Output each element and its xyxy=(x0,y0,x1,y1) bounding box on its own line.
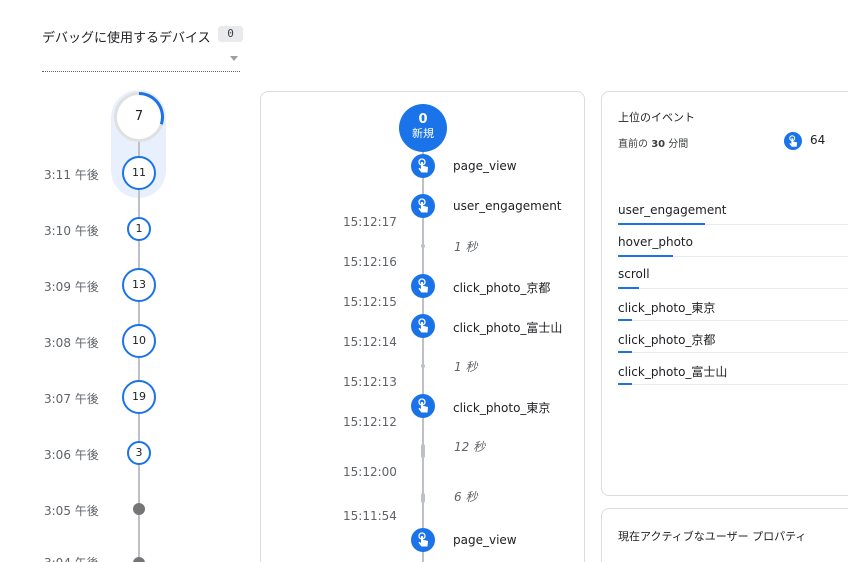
event-touch-icon[interactable] xyxy=(411,274,435,298)
timestamp: 15:12:12 xyxy=(343,415,397,429)
timestamp: 15:12:00 xyxy=(343,465,397,479)
minute-label: 3:10 午後 xyxy=(44,224,99,238)
user-properties-title: 現在アクティブなユーザー プロパティ xyxy=(618,530,807,543)
touch-icon xyxy=(418,318,428,333)
period-minutes: 30 xyxy=(651,139,666,150)
minute-label: 3:08 午後 xyxy=(44,336,99,350)
minute-label: 3:06 午後 xyxy=(44,448,99,462)
current-minute-counter[interactable]: 7 xyxy=(114,92,164,142)
event-name[interactable]: click_photo_東京 xyxy=(453,399,550,416)
minute-count-circle[interactable]: 13 xyxy=(122,268,156,302)
event-name[interactable]: click_photo_京都 xyxy=(453,279,550,296)
new-events-label: 新規 xyxy=(412,127,434,140)
touch-icon xyxy=(418,158,428,173)
event-touch-icon[interactable] xyxy=(411,194,435,218)
minute-count-circle[interactable]: 1 xyxy=(127,217,151,241)
gap-marker xyxy=(421,493,425,503)
touch-icon xyxy=(418,398,428,413)
top-event-row[interactable]: click_photo_富士山 xyxy=(618,363,848,385)
top-event-row[interactable]: user_engagement xyxy=(618,203,848,225)
device-count-badge: 0 xyxy=(218,26,243,42)
minute-count-circle[interactable]: 3 xyxy=(127,441,151,465)
top-event-share-bar xyxy=(618,255,673,257)
gap-marker xyxy=(421,364,425,368)
top-event-name: hover_photo xyxy=(618,235,693,249)
top-event-share-bar xyxy=(618,287,639,289)
minute-empty-dot[interactable] xyxy=(133,557,145,562)
minute-label: 3:11 午後 xyxy=(44,168,99,182)
top-event-row[interactable]: scroll xyxy=(618,267,848,289)
timestamp: 15:12:14 xyxy=(343,335,397,349)
top-event-share-bar xyxy=(618,351,632,353)
total-events-count: 64 xyxy=(810,133,826,147)
event-touch-icon[interactable] xyxy=(411,154,435,178)
gap-marker xyxy=(421,244,425,248)
event-name[interactable]: page_view xyxy=(453,159,517,173)
top-event-row[interactable]: click_photo_京都 xyxy=(618,331,848,353)
period-prefix: 直前の xyxy=(618,139,648,150)
gap-duration: 12 秒 xyxy=(454,440,486,454)
minute-label: 3:04 午後 xyxy=(44,554,99,562)
new-events-bubble[interactable]: 0 新規 xyxy=(399,104,447,152)
timestamp: 15:12:15 xyxy=(343,295,397,309)
top-event-name: click_photo_富士山 xyxy=(618,365,728,379)
touch-icon xyxy=(418,532,428,547)
timestamp: 15:12:17 xyxy=(343,215,397,229)
minute-count-circle[interactable]: 11 xyxy=(122,156,156,190)
current-minute-count: 7 xyxy=(134,109,144,124)
timestamp: 15:12:16 xyxy=(343,255,397,269)
minute-label: 3:09 午後 xyxy=(44,280,99,294)
top-events-title: 上位のイベント xyxy=(618,111,695,124)
timestamp: 15:12:13 xyxy=(343,375,397,389)
touch-icon xyxy=(418,198,428,213)
minute-label: 3:07 午後 xyxy=(44,392,99,406)
minute-count-circle[interactable]: 10 xyxy=(122,324,156,358)
device-title: デバッグに使用するデバイス xyxy=(42,31,211,46)
top-events-panel xyxy=(601,91,848,496)
device-select[interactable] xyxy=(42,52,240,72)
touch-icon xyxy=(789,135,798,147)
top-event-row[interactable]: click_photo_東京 xyxy=(618,299,848,321)
top-event-name: scroll xyxy=(618,267,650,281)
new-events-count: 0 xyxy=(418,112,428,127)
event-touch-icon[interactable] xyxy=(411,528,435,552)
top-event-row[interactable]: hover_photo xyxy=(618,235,848,257)
event-name[interactable]: user_engagement xyxy=(453,199,562,213)
minute-count-circle[interactable]: 19 xyxy=(122,380,156,414)
minute-label: 3:05 午後 xyxy=(44,504,99,518)
event-touch-icon[interactable] xyxy=(411,314,435,338)
total-events-touch-icon xyxy=(784,132,802,150)
top-events-period: 直前の 30 分間 xyxy=(618,135,688,150)
event-touch-icon[interactable] xyxy=(411,394,435,418)
event-name[interactable]: click_photo_富士山 xyxy=(453,319,562,336)
timestamp: 15:11:54 xyxy=(343,509,397,523)
top-event-name: click_photo_東京 xyxy=(618,301,716,315)
gap-marker xyxy=(421,444,425,458)
top-event-name: user_engagement xyxy=(618,203,727,217)
top-event-share-bar xyxy=(618,319,632,321)
gap-duration: 6 秒 xyxy=(454,490,478,504)
top-event-share-bar xyxy=(618,383,632,385)
event-name[interactable]: page_view xyxy=(453,533,517,547)
dropdown-arrow-icon xyxy=(230,56,238,61)
minute-empty-dot[interactable] xyxy=(133,503,145,515)
touch-icon xyxy=(418,278,428,293)
period-suffix: 分間 xyxy=(668,139,689,150)
top-event-name: click_photo_京都 xyxy=(618,333,716,347)
gap-duration: 1 秒 xyxy=(454,240,478,254)
top-event-share-bar xyxy=(618,223,705,225)
gap-duration: 1 秒 xyxy=(454,360,478,374)
